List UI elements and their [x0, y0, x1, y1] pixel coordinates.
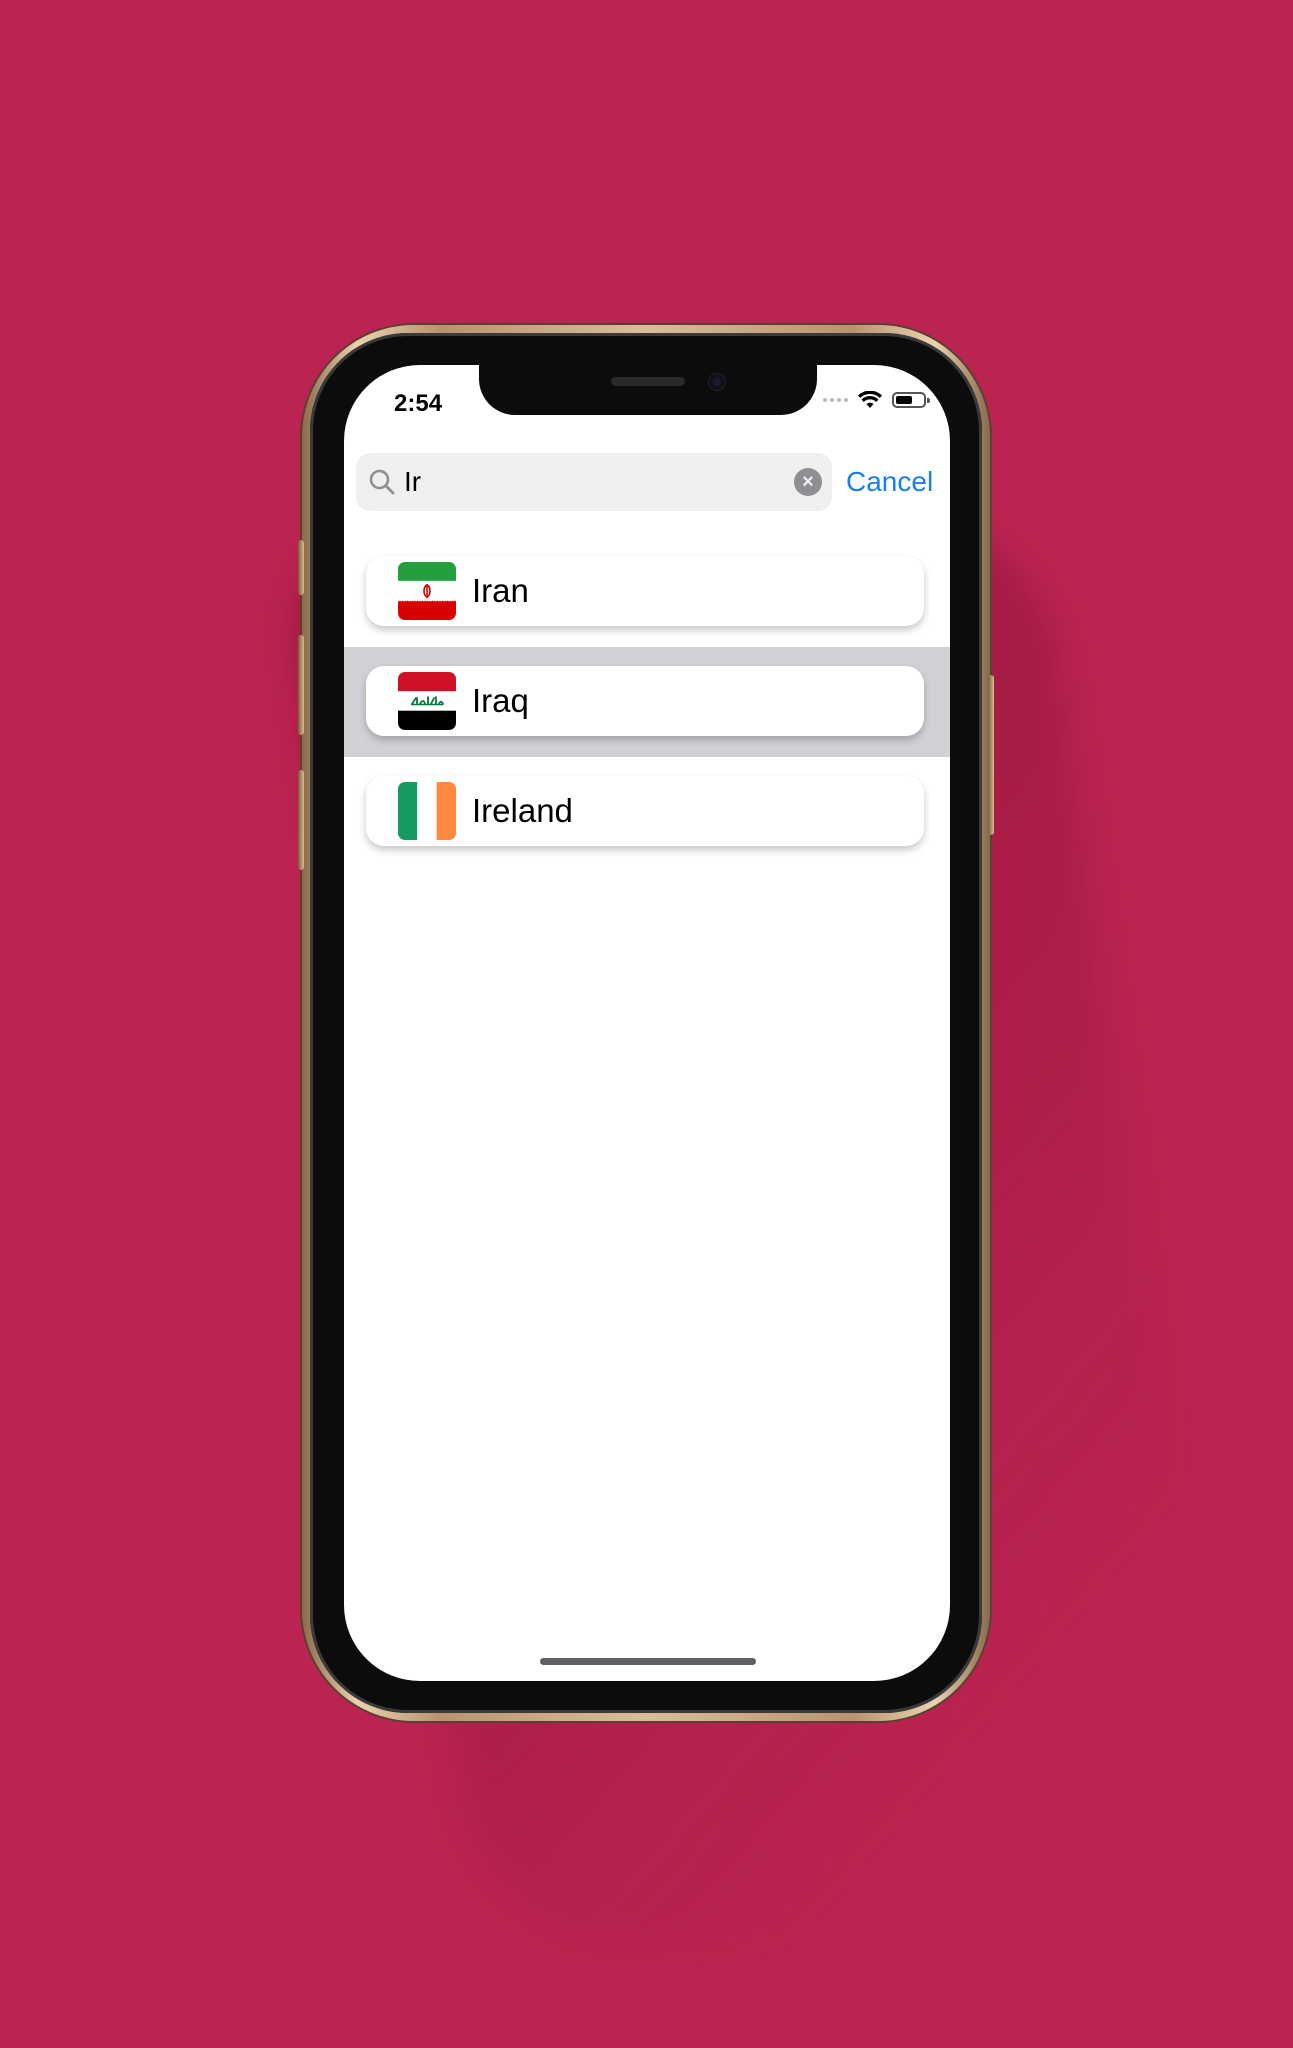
search-input[interactable] — [404, 462, 764, 502]
phone-frame: 2:54 × — [298, 325, 994, 1721]
iraq-flag-icon — [398, 672, 456, 730]
front-camera — [709, 374, 725, 390]
iran-flag-icon — [398, 562, 456, 620]
cellular-signal-icon — [823, 398, 848, 402]
search-field[interactable]: × — [356, 453, 832, 511]
side-button — [988, 675, 994, 835]
volume-down-button — [298, 770, 304, 870]
status-time: 2:54 — [394, 390, 443, 417]
search-icon — [369, 469, 395, 495]
results-list: Iran Iraq Ireland — [344, 537, 950, 867]
result-row-iran[interactable]: Iran — [344, 537, 950, 647]
country-card[interactable]: Ireland — [366, 776, 924, 846]
screen: 2:54 × — [344, 365, 950, 1681]
country-card[interactable]: Iran — [366, 556, 924, 626]
home-indicator[interactable] — [540, 1658, 756, 1665]
country-name: Iraq — [472, 682, 529, 719]
country-name: Ireland — [472, 792, 573, 829]
speaker — [611, 377, 685, 386]
battery-icon — [892, 392, 930, 408]
result-row-iraq[interactable]: Iraq — [344, 647, 950, 757]
cancel-button[interactable]: Cancel — [846, 462, 933, 502]
battery-level — [896, 396, 912, 404]
result-row-ireland[interactable]: Ireland — [344, 757, 950, 867]
silent-switch — [298, 540, 304, 595]
clear-search-icon[interactable]: × — [794, 468, 822, 496]
search-bar: × Cancel — [356, 453, 942, 511]
volume-up-button — [298, 635, 304, 735]
country-card[interactable]: Iraq — [366, 666, 924, 736]
ireland-flag-icon — [398, 782, 456, 840]
status-icons — [823, 391, 930, 409]
notch — [479, 365, 817, 415]
country-name: Iran — [472, 572, 529, 609]
wifi-icon — [858, 391, 882, 408]
